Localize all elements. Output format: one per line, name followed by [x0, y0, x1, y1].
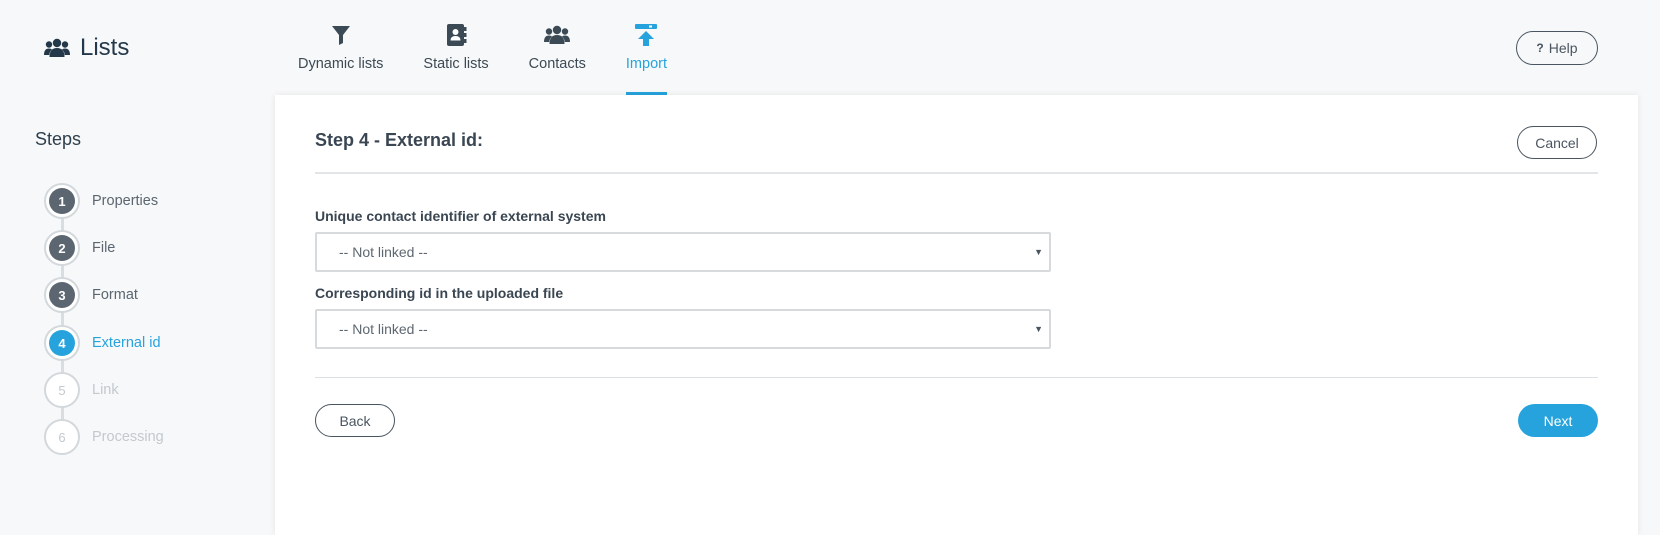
- upload-icon: [635, 24, 658, 46]
- help-label: Help: [1548, 40, 1578, 56]
- next-button[interactable]: Next: [1518, 404, 1598, 437]
- step-number: 5: [49, 377, 75, 403]
- users-icon: [544, 25, 571, 44]
- step-marker: 6: [44, 419, 80, 455]
- step-properties[interactable]: 1 Properties: [44, 183, 158, 219]
- tab-dynamic-lists[interactable]: Dynamic lists: [298, 0, 383, 95]
- tab-label: Dynamic lists: [298, 56, 384, 72]
- step-marker: 2: [44, 230, 80, 266]
- step-external-id[interactable]: 4 External id: [44, 325, 161, 361]
- step-number: 4: [49, 330, 75, 356]
- cancel-button[interactable]: Cancel: [1517, 126, 1597, 159]
- tab-label: Contacts: [528, 56, 586, 72]
- step-label: Link: [92, 382, 119, 398]
- external-id-label: Unique contact identifier of external sy…: [315, 208, 606, 224]
- page-title: Lists: [80, 34, 130, 61]
- step-number: 3: [49, 282, 75, 308]
- back-button[interactable]: Back: [315, 404, 395, 437]
- help-icon: ?: [1536, 41, 1544, 55]
- step-label: File: [92, 240, 116, 256]
- step-number: 2: [49, 235, 75, 261]
- step-marker: 1: [44, 183, 80, 219]
- tab-label: Static lists: [423, 56, 489, 72]
- file-id-label: Corresponding id in the uploaded file: [315, 285, 564, 301]
- tab-contacts[interactable]: Contacts: [529, 0, 586, 95]
- steps-sidebar: Steps 1 Properties 2 File 3 Format 4 Ext…: [0, 95, 275, 530]
- help-button[interactable]: ? Help: [1516, 31, 1598, 65]
- caret-down-icon: ▼: [1034, 324, 1043, 334]
- step-link: 5 Link: [44, 372, 119, 408]
- top-nav: Dynamic lists Static lists Contacts Impo…: [298, 0, 707, 95]
- step-marker: 4: [44, 325, 80, 361]
- step-file[interactable]: 2 File: [44, 230, 115, 266]
- step-label: Properties: [92, 193, 159, 209]
- users-icon: [44, 38, 70, 57]
- step-number: 1: [49, 188, 75, 214]
- caret-down-icon: ▼: [1034, 247, 1043, 257]
- select-value: -- Not linked --: [339, 321, 428, 337]
- step-label: Processing: [92, 429, 164, 445]
- step-processing: 6 Processing: [44, 419, 164, 455]
- divider: [315, 377, 1598, 378]
- address-book-icon: [447, 24, 467, 46]
- step-label: External id: [92, 335, 161, 351]
- steps-title: Steps: [35, 129, 82, 149]
- tab-import[interactable]: Import: [625, 0, 668, 95]
- step-marker: 5: [44, 372, 80, 408]
- brand: Lists: [44, 34, 129, 62]
- select-value: -- Not linked --: [339, 244, 428, 260]
- external-id-select[interactable]: -- Not linked -- ▼: [315, 232, 1051, 272]
- tab-static-lists[interactable]: Static lists: [423, 0, 489, 95]
- step-format[interactable]: 3 Format: [44, 277, 138, 313]
- step-number: 6: [49, 424, 75, 450]
- tab-label: Import: [625, 56, 667, 72]
- step-title: Step 4 - External id:: [315, 130, 484, 150]
- main-card: Step 4 - External id: Cancel Unique cont…: [275, 95, 1638, 535]
- step-marker: 3: [44, 277, 80, 313]
- file-id-select[interactable]: -- Not linked -- ▼: [315, 309, 1051, 349]
- filter-icon: [331, 26, 350, 45]
- step-label: Format: [92, 287, 138, 303]
- top-header: Lists Dynamic lists Static lists Contact…: [0, 0, 1660, 95]
- divider: [315, 172, 1598, 174]
